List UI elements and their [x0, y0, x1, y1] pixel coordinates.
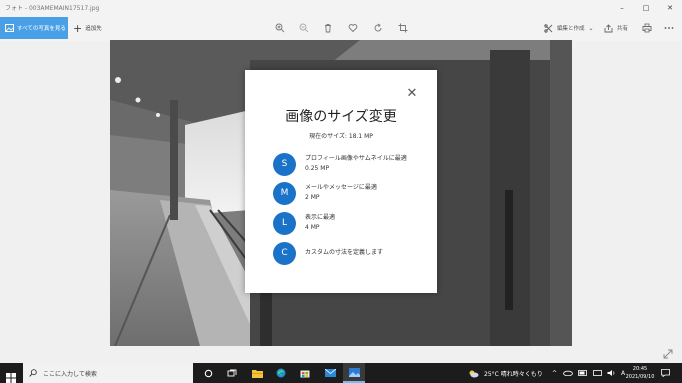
option-size: 0.25 MP [305, 165, 330, 172]
add-to-label: 追加先 [85, 26, 102, 32]
battery-icon [578, 370, 587, 376]
edit-icon [544, 23, 553, 33]
size-option-small[interactable]: S プロフィール画像やサムネイルに最適 0.25 MP [273, 152, 433, 176]
size-badge: S [273, 152, 296, 176]
cloud-icon [563, 370, 573, 376]
option-size: 4 MP [305, 224, 320, 231]
size-option-medium[interactable]: M メールやメッセージに最適 2 MP [273, 181, 433, 205]
option-description: プロフィール画像やサムネイルに最適 [305, 155, 407, 162]
crop-icon[interactable] [396, 21, 410, 35]
zoom-in-icon[interactable] [273, 21, 287, 35]
store-icon[interactable] [294, 363, 316, 383]
mail-icon[interactable] [319, 363, 341, 383]
size-option-custom[interactable]: C カスタムの寸法を定義します [273, 241, 433, 265]
resize-dialog: ✕ 画像のサイズ変更 現在のサイズ: 18.1 MP S プロフィール画像やサム… [245, 70, 437, 293]
cortana-icon[interactable] [197, 363, 219, 383]
option-size: 2 MP [305, 194, 320, 201]
minimize-button[interactable]: – [610, 0, 634, 15]
window-title: フォト - 003AMEMAIN17517.jpg [5, 5, 100, 12]
print-icon[interactable] [640, 21, 654, 35]
close-window-button[interactable]: ✕ [658, 0, 682, 15]
title-bar: フォト - 003AMEMAIN17517.jpg – □ ✕ [0, 0, 682, 15]
chevron-down-icon: ⌄ [588, 24, 594, 32]
notifications-icon[interactable] [661, 363, 670, 383]
more-options-icon[interactable] [662, 21, 676, 35]
size-option-large[interactable]: L 表示に最適 4 MP [273, 211, 433, 235]
chevron-up-icon: ^ [552, 369, 558, 377]
task-view-icon[interactable] [221, 363, 243, 383]
network-icon [593, 369, 602, 376]
volume-icon [607, 370, 615, 376]
favorite-icon[interactable] [346, 21, 360, 35]
toolbar: すべての写真を見る + 追加先 編集と作成 ⌄ 共有 [0, 15, 682, 41]
fullscreen-icon[interactable] [662, 345, 674, 359]
size-badge: C [273, 241, 296, 265]
taskbar-search-box[interactable]: ここに入力して検索 [23, 363, 193, 383]
all-photos-label: すべての写真を見る [17, 26, 66, 32]
all-photos-button[interactable]: すべての写真を見る [0, 17, 68, 39]
clock-time: 20:45 [632, 366, 648, 372]
photos-app-icon[interactable] [343, 363, 365, 383]
maximize-button[interactable]: □ [634, 0, 658, 15]
weather-icon [469, 370, 479, 377]
weather-widget[interactable]: 25°C 晴れ時々くもり [468, 363, 543, 383]
rotate-icon[interactable] [371, 21, 385, 35]
windows-start-icon[interactable] [6, 368, 16, 383]
option-description: メールやメッセージに最適 [305, 184, 377, 191]
system-tray[interactable]: ^ A [552, 363, 625, 383]
search-placeholder: ここに入力して検索 [43, 370, 97, 378]
clock-date: 2021/09/10 [625, 374, 655, 380]
edit-create-label: 編集と作成 [557, 26, 585, 32]
close-icon[interactable]: ✕ [406, 87, 418, 100]
edge-browser-icon[interactable] [270, 363, 292, 383]
add-to-button[interactable]: + 追加先 [73, 17, 102, 39]
share-icon [604, 23, 613, 32]
zoom-out-icon[interactable] [297, 21, 311, 35]
edit-create-button[interactable]: 編集と作成 ⌄ [544, 17, 594, 39]
delete-icon[interactable] [321, 21, 335, 35]
option-description: 表示に最適 [305, 214, 336, 221]
photos-icon [5, 24, 14, 32]
clock[interactable]: 20:45 2021/09/10 [622, 365, 658, 381]
size-badge: M [273, 181, 296, 205]
file-explorer-icon[interactable] [246, 363, 268, 383]
plus-icon: + [73, 21, 83, 35]
search-icon [29, 369, 37, 377]
share-button[interactable]: 共有 [604, 17, 628, 39]
current-size: 現在のサイズ: 18.1 MP [309, 133, 373, 140]
taskbar: ここに入力して検索 25°C 晴れ時々くもり ^ A 20:45 2021/09… [0, 363, 682, 383]
weather-text: 25°C 晴れ時々くもり [484, 370, 543, 378]
option-description: カスタムの寸法を定義します [305, 249, 384, 256]
share-label: 共有 [617, 26, 629, 32]
size-badge: L [273, 211, 296, 235]
dialog-title: 画像のサイズ変更 [285, 109, 397, 125]
